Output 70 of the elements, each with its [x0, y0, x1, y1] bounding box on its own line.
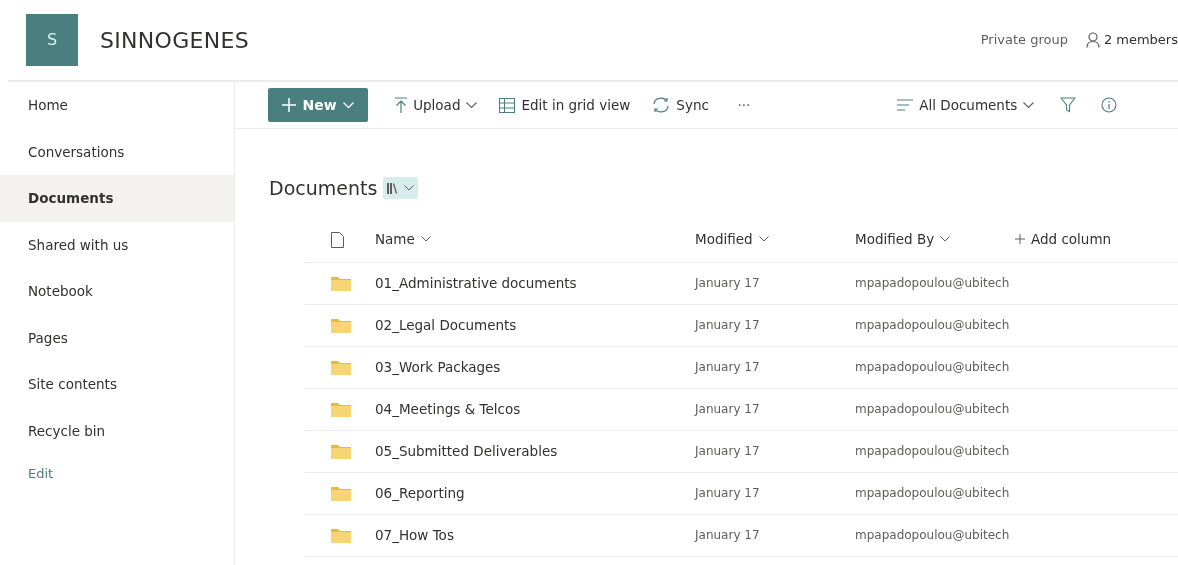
plus-icon — [1015, 234, 1025, 244]
folder-name[interactable]: 02_Legal Documents — [375, 316, 517, 333]
modified-date: January 17 — [695, 486, 760, 500]
library-switcher[interactable] — [383, 177, 419, 200]
chevron-down-icon — [404, 185, 415, 192]
modified-by: mpapadopoulou@ubitech — [855, 360, 1010, 374]
add-column-button[interactable]: Add column — [1015, 228, 1112, 250]
sidebar-item[interactable]: Site contents — [0, 361, 234, 408]
view-selector[interactable]: All Documents — [889, 90, 1043, 120]
modified-by: mpapadopoulou@ubitech — [855, 528, 1010, 542]
folder-name[interactable]: 05_Submitted Deliverables — [375, 442, 558, 459]
sync-icon — [652, 97, 671, 113]
modified-by: mpapadopoulou@ubitech — [855, 402, 1010, 416]
folder-icon — [331, 444, 351, 460]
column-header[interactable]: Modified By — [855, 228, 951, 250]
upload-button[interactable]: Upload — [387, 90, 486, 120]
new-button[interactable]: New — [268, 88, 369, 122]
folder-icon — [331, 276, 351, 292]
sidebar-item[interactable]: Documents — [0, 175, 234, 222]
sidebar-item[interactable]: Conversations — [0, 128, 234, 175]
file-type-icon[interactable] — [331, 231, 344, 248]
privacy-label: Private group — [980, 31, 1068, 50]
list-icon — [897, 99, 914, 111]
folder-name[interactable]: 01_Administrative documents — [375, 274, 577, 291]
folder-name[interactable]: 07_How Tos — [375, 526, 454, 543]
members-link[interactable]: 2 members — [1103, 30, 1178, 50]
column-header[interactable]: Modified — [695, 228, 769, 250]
plus-icon — [282, 98, 296, 112]
library-title: Documents — [269, 176, 378, 201]
modified-by: mpapadopoulou@ubitech — [855, 318, 1010, 332]
modified-date: January 17 — [695, 276, 760, 290]
info-icon — [1100, 97, 1117, 113]
folder-name[interactable]: 06_Reporting — [375, 484, 465, 501]
edit-link[interactable]: Edit — [28, 464, 54, 484]
column-header[interactable]: Name — [375, 228, 431, 250]
chevron-down-icon — [420, 236, 431, 242]
chevron-down-icon — [940, 236, 951, 242]
grid-view-button[interactable]: Edit in grid view — [491, 90, 639, 120]
folder-icon — [331, 402, 351, 418]
chevron-down-icon — [1023, 101, 1035, 109]
sync-button[interactable]: Sync — [644, 90, 717, 120]
modified-date: January 17 — [695, 444, 760, 458]
sidebar-item[interactable]: Recycle bin — [0, 407, 234, 454]
modified-by: mpapadopoulou@ubitech — [855, 486, 1010, 500]
more-button[interactable]: ··· — [729, 90, 759, 120]
modified-by: mpapadopoulou@ubitech — [855, 276, 1010, 290]
folder-icon — [331, 360, 351, 376]
sidebar-item[interactable]: Notebook — [0, 268, 234, 315]
site-logo[interactable]: S — [26, 14, 78, 66]
modified-date: January 17 — [695, 528, 760, 542]
grid-icon — [499, 97, 516, 113]
modified-by: mpapadopoulou@ubitech — [855, 444, 1010, 458]
folder-name[interactable]: 03_Work Packages — [375, 358, 501, 375]
chevron-down-icon — [758, 236, 769, 242]
upload-icon — [395, 97, 408, 113]
sidebar-item[interactable]: Shared with us — [0, 221, 234, 268]
modified-date: January 17 — [695, 360, 760, 374]
person-icon — [1085, 32, 1100, 48]
chevron-down-icon — [343, 101, 355, 109]
folder-icon — [331, 486, 351, 502]
site-title[interactable]: SINNOGENES — [100, 23, 249, 57]
chevron-down-icon — [466, 101, 478, 109]
modified-date: January 17 — [695, 402, 760, 416]
sidebar-item[interactable]: Home — [0, 82, 234, 129]
sidebar-item[interactable]: Pages — [0, 314, 234, 361]
folder-name[interactable]: 04_Meetings & Telcos — [375, 400, 521, 417]
modified-date: January 17 — [695, 318, 760, 332]
folder-icon — [331, 528, 351, 544]
filter-icon — [1059, 97, 1076, 113]
folder-icon — [331, 318, 351, 334]
